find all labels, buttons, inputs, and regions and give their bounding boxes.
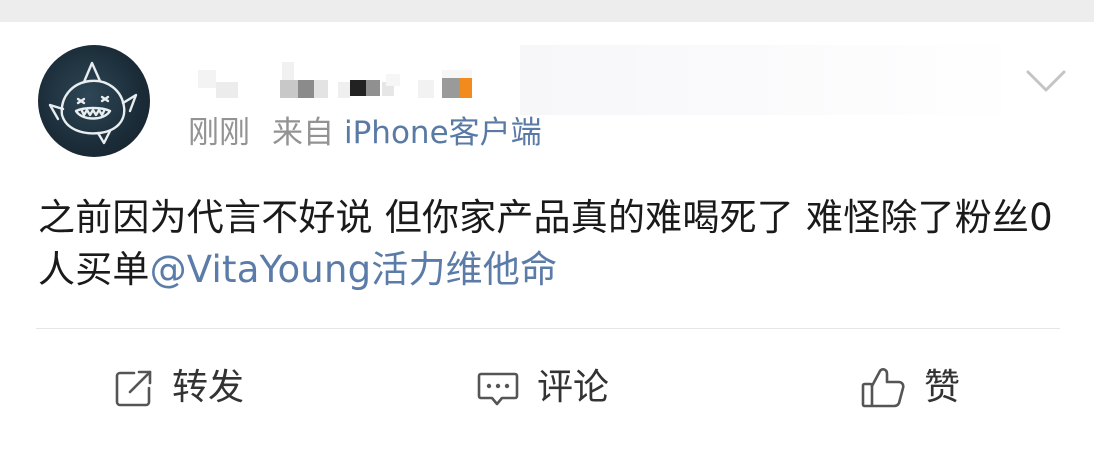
repost-button[interactable]: 转发 bbox=[112, 358, 244, 418]
shark-doodle-avatar-icon bbox=[48, 61, 138, 145]
like-button[interactable]: 赞 bbox=[860, 358, 960, 418]
avatar[interactable] bbox=[38, 45, 150, 157]
source-label: 来自 bbox=[272, 115, 334, 151]
source-link[interactable]: iPhone客户端 bbox=[344, 115, 542, 151]
mention-link[interactable]: @VitaYoung活力维他命 bbox=[150, 248, 558, 291]
top-gap bbox=[0, 0, 1094, 22]
post-time: 刚刚 bbox=[188, 115, 250, 151]
comment-icon bbox=[477, 372, 519, 406]
repost-label: 转发 bbox=[172, 367, 245, 408]
divider bbox=[36, 328, 1060, 329]
like-label: 赞 bbox=[924, 367, 961, 408]
comment-button[interactable]: 评论 bbox=[475, 358, 609, 418]
post-meta: 刚刚 来自 iPhone客户端 bbox=[188, 113, 542, 153]
repost-icon bbox=[115, 370, 152, 407]
comment-label: 评论 bbox=[537, 367, 610, 408]
username-obscured[interactable] bbox=[190, 52, 520, 102]
post-text: 之前因为代言不好说 但你家产品真的难喝死了 难怪除了粉丝0人买单@VitaYou… bbox=[38, 192, 1058, 296]
thumbs-up-icon bbox=[861, 368, 905, 408]
chevron-down-icon[interactable] bbox=[1020, 60, 1072, 100]
obscured-region bbox=[520, 45, 1020, 115]
username-mosaic bbox=[198, 62, 472, 98]
